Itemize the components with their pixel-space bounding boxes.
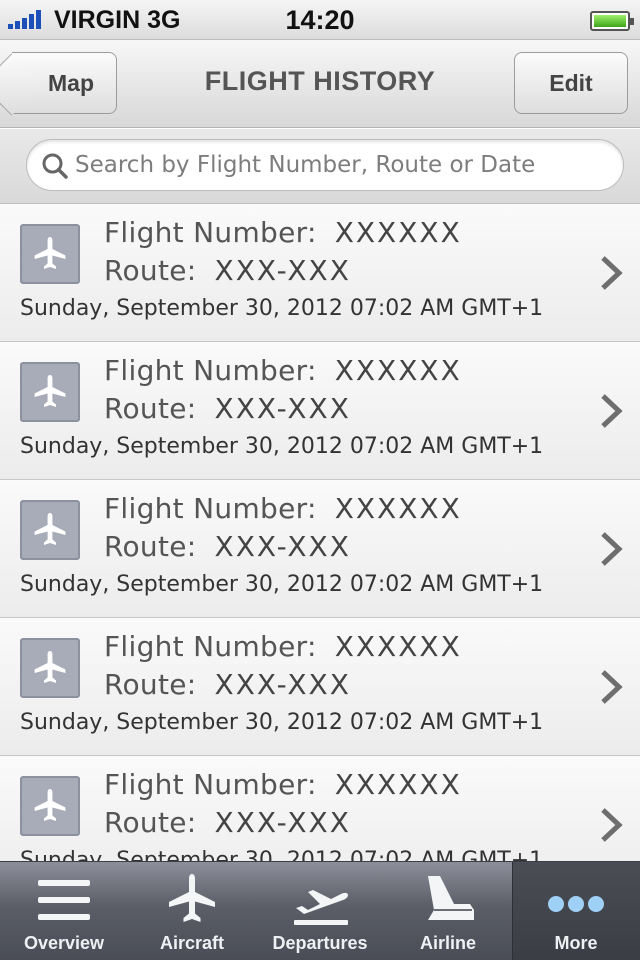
flight-number-label: Flight Number:	[104, 216, 317, 249]
tab-label: Airline	[419, 933, 476, 953]
tab-overview[interactable]: Overview	[0, 862, 128, 960]
flight-number-label: Flight Number:	[104, 354, 317, 387]
route-label: Route:	[104, 392, 197, 425]
chevron-right-icon	[601, 532, 623, 566]
flight-number-value: XXXXXX	[334, 630, 462, 663]
navigation-bar: Map FLIGHT HISTORY Edit	[0, 40, 640, 128]
status-bar: VIRGIN 3G 14:20	[0, 0, 640, 40]
flight-date: Sunday, September 30, 2012 07:02 AM GMT+…	[20, 848, 544, 861]
flight-date: Sunday, September 30, 2012 07:02 AM GMT+…	[20, 434, 544, 459]
search-bar	[0, 129, 640, 204]
list-icon	[38, 880, 90, 920]
route-value: XXX-XXX	[214, 530, 351, 563]
airplane-icon	[20, 500, 80, 560]
battery-icon	[590, 11, 634, 31]
chevron-right-icon	[601, 394, 623, 428]
airplane-icon	[20, 224, 80, 284]
status-time: 14:20	[285, 5, 355, 35]
chevron-right-icon	[601, 670, 623, 704]
tab-label: Departures	[272, 933, 368, 953]
departures-icon	[294, 890, 348, 925]
flight-date: Sunday, September 30, 2012 07:02 AM GMT+…	[20, 296, 544, 321]
search-input[interactable]	[75, 148, 615, 182]
route-value: XXX-XXX	[214, 668, 351, 701]
flight-number-value: XXXXXX	[334, 768, 462, 801]
airplane-icon	[20, 362, 80, 422]
flight-row[interactable]: Flight Number: XXXXXX Route: XXX-XXX Sunda…	[0, 342, 640, 480]
tab-bar: Overview Aircraft Departures Airline Mor…	[0, 861, 640, 960]
tab-more[interactable]: More	[512, 862, 640, 960]
search-icon	[42, 153, 68, 179]
flight-number-label: Flight Number:	[104, 768, 317, 801]
flight-number-value: XXXXXX	[334, 492, 462, 525]
airplane-icon	[20, 776, 80, 836]
route-label: Route:	[104, 530, 197, 563]
airplane-icon	[20, 638, 80, 698]
flight-row[interactable]: Flight Number: XXXXXX Route: XXX-XXX Sunda…	[0, 756, 640, 861]
flight-number-label: Flight Number:	[104, 630, 317, 663]
flight-row[interactable]: Flight Number: XXXXXX Route: XXX-XXX Sunda…	[0, 480, 640, 618]
route-value: XXX-XXX	[214, 392, 351, 425]
more-dots-icon	[548, 896, 604, 912]
flight-number-value: XXXXXX	[334, 354, 462, 387]
tab-airline[interactable]: Airline	[384, 862, 512, 960]
chevron-right-icon	[601, 808, 623, 842]
tab-label: More	[554, 933, 598, 953]
flight-date: Sunday, September 30, 2012 07:02 AM GMT+…	[20, 710, 544, 735]
airplane-icon	[169, 874, 215, 922]
flight-history-list: Flight Number: XXXXXX Route: XXX-XXX Sunda…	[0, 204, 640, 861]
flight-number-value: XXXXXX	[334, 216, 462, 249]
tab-aircraft[interactable]: Aircraft	[128, 862, 256, 960]
route-label: Route:	[104, 254, 197, 287]
route-label: Route:	[104, 668, 197, 701]
tail-fin-icon	[428, 876, 474, 920]
flight-date: Sunday, September 30, 2012 07:02 AM GMT+…	[20, 572, 544, 597]
tab-departures[interactable]: Departures	[256, 862, 384, 960]
route-value: XXX-XXX	[214, 254, 351, 287]
route-value: XXX-XXX	[214, 806, 351, 839]
flight-number-label: Flight Number:	[104, 492, 317, 525]
edit-button[interactable]: Edit	[514, 52, 628, 114]
flight-row[interactable]: Flight Number: XXXXXX Route: XXX-XXX Sunda…	[0, 618, 640, 756]
tab-label: Aircraft	[159, 933, 225, 953]
route-label: Route:	[104, 806, 197, 839]
chevron-right-icon	[601, 256, 623, 290]
tab-label: Overview	[23, 933, 105, 953]
flight-row[interactable]: Flight Number: XXXXXX Route: XXX-XXX Sunda…	[0, 204, 640, 342]
search-field-container[interactable]	[26, 139, 624, 191]
